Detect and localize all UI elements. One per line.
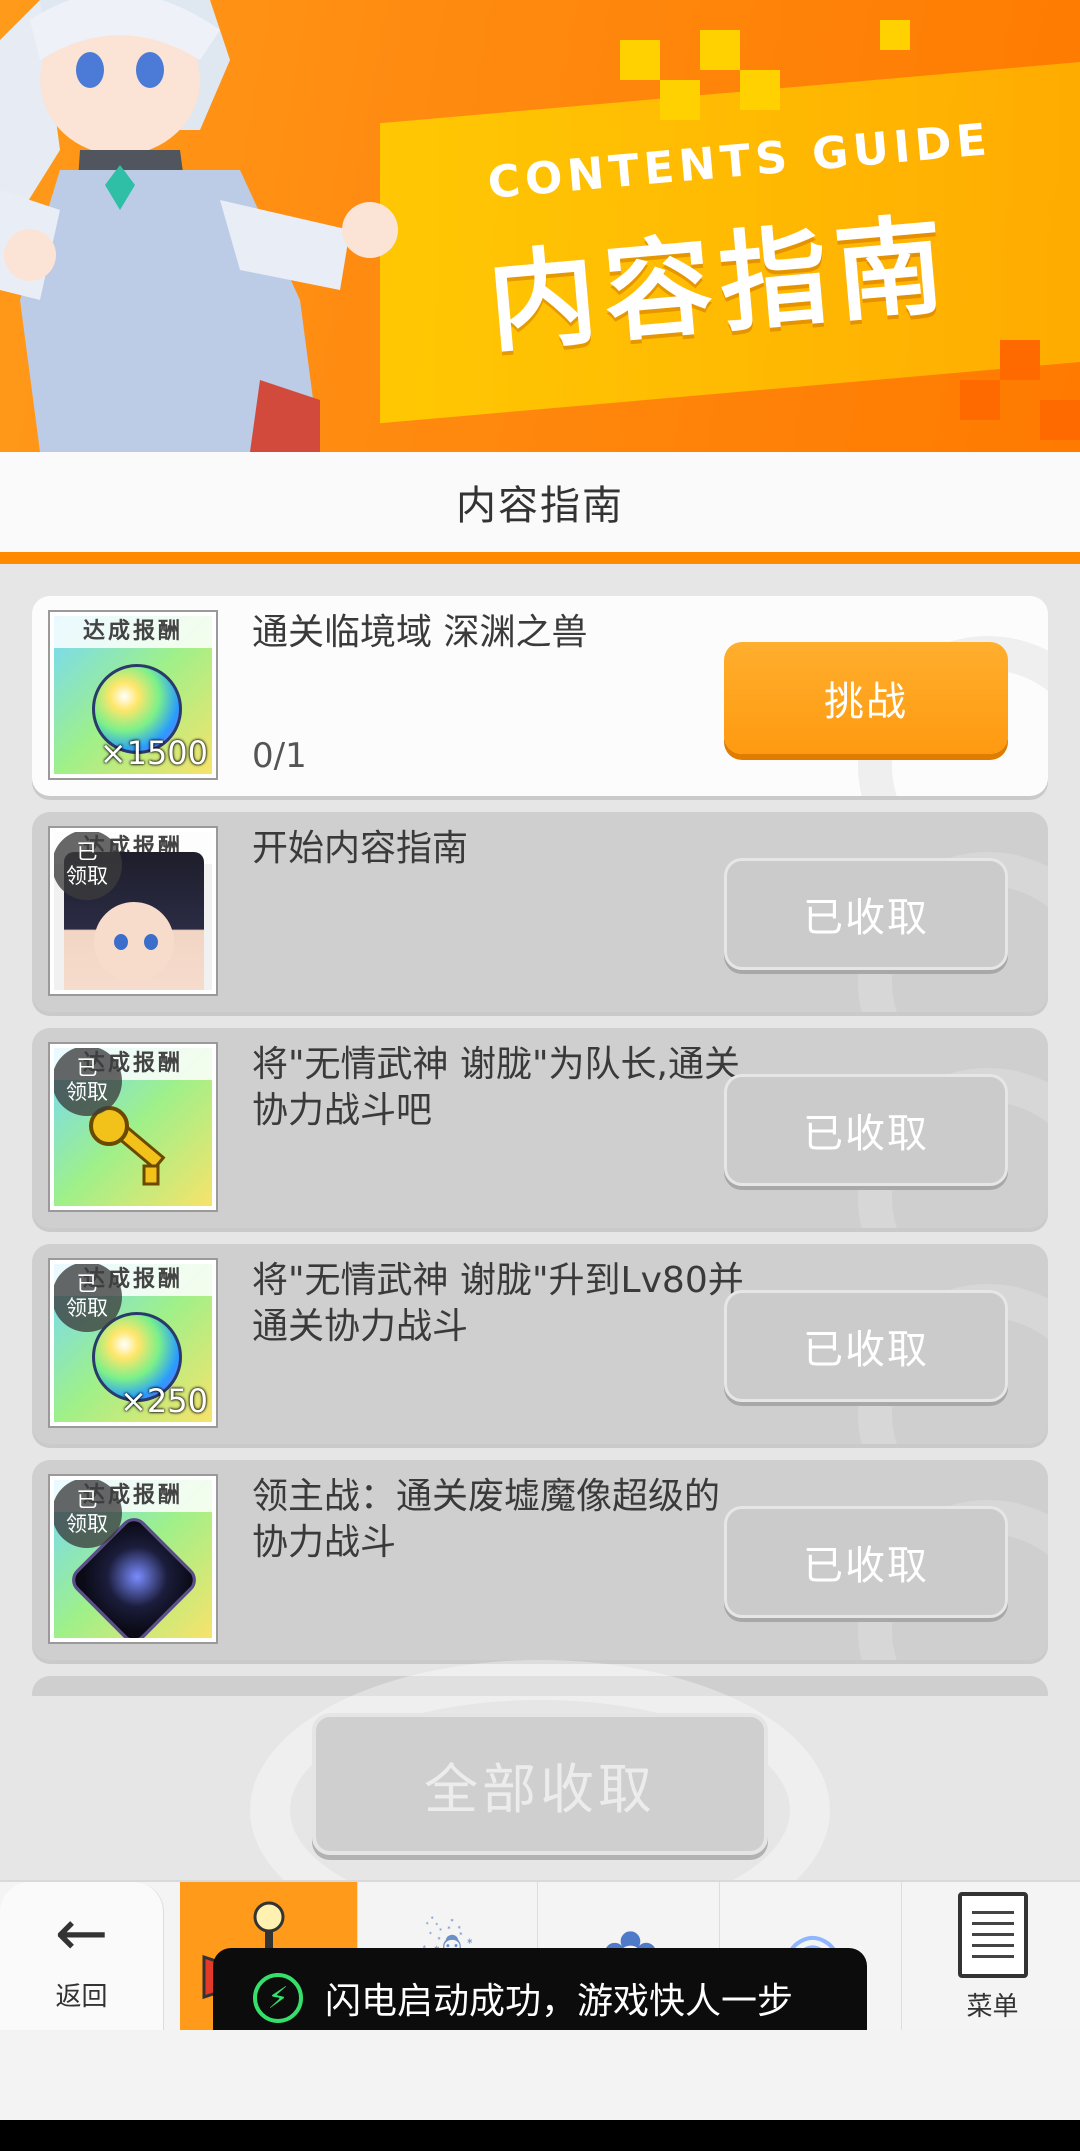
back-arrow-icon: ← <box>54 1896 109 1971</box>
contents-guide-banner: CONTENTS GUIDE 内容指南 <box>0 0 1080 452</box>
task-title: 领主战：通关废墟魔像超级的协力战斗 <box>252 1476 721 1563</box>
pixel-decoration <box>700 30 740 70</box>
pixel-decoration <box>880 20 910 50</box>
task-card: 达成报酬 ×1500 通关临境域 深渊之兽 0/1 挑战 <box>32 596 1048 796</box>
reward-count: ×250 <box>120 1382 208 1420</box>
portrait-face <box>94 902 174 982</box>
task-card: 达成报酬 已 领取 领主战：通关废墟魔像超级的协力战斗 已收取 <box>32 1460 1048 1660</box>
pixel-decoration <box>960 380 1000 420</box>
toast-text: 闪电启动成功，游戏快人一步 <box>325 1981 794 2022</box>
received-button[interactable]: 已收取 <box>724 858 1008 970</box>
received-button[interactable]: 已收取 <box>724 1074 1008 1186</box>
collect-all-button[interactable]: 全部收取 <box>312 1713 768 1855</box>
claimed-badge: 已 领取 <box>54 1480 122 1548</box>
pixel-decoration <box>660 80 700 120</box>
reward-thumbnail[interactable]: 达成报酬 已 领取 <box>48 1042 218 1212</box>
title-divider <box>0 552 1080 564</box>
reward-thumbnail[interactable]: 达成报酬 ×250 已 领取 <box>48 1258 218 1428</box>
pixel-decoration <box>1000 340 1040 380</box>
task-title: 通关临境域 深渊之兽 <box>252 612 588 653</box>
portrait-eye <box>144 934 158 950</box>
received-button[interactable]: 已收取 <box>724 1506 1008 1618</box>
task-card: 达成报酬 ×250 已 领取 将"无情武神 谢胧"升到Lv80并通关协力战斗 已… <box>32 1244 1048 1444</box>
pixel-decoration <box>1040 400 1080 440</box>
page-title: 内容指南 <box>456 483 624 529</box>
lightning-bolt-icon: ⚡ <box>253 1973 303 2023</box>
reward-count: ×1500 <box>99 734 208 772</box>
system-gesture-area <box>0 2030 1080 2120</box>
system-navigation-bar <box>0 2120 1080 2151</box>
claimed-badge: 已 领取 <box>54 1264 122 1332</box>
task-list[interactable]: 达成报酬 ×1500 通关临境域 深渊之兽 0/1 挑战 达成报酬 已 领取 开… <box>0 566 1080 1696</box>
menu-document-icon <box>957 1891 1028 1978</box>
reward-thumbnail[interactable]: 达成报酬 ×1500 <box>48 610 218 780</box>
back-label: 返回 <box>55 1981 108 2012</box>
challenge-button[interactable]: 挑战 <box>724 642 1008 754</box>
received-button[interactable]: 已收取 <box>724 1290 1008 1402</box>
reward-tag: 达成报酬 <box>54 616 212 648</box>
portrait-eye <box>114 934 128 950</box>
task-card: 达成报酬 已 领取 将"无情武神 谢胧"为队长,通关协力战斗吧 已收取 <box>32 1028 1048 1228</box>
task-card: 达成报酬 已 领取 开始内容指南 已收取 <box>32 812 1048 1012</box>
reward-thumbnail[interactable]: 达成报酬 已 领取 <box>48 1474 218 1644</box>
claimed-badge-text: 已 领取 <box>66 840 108 888</box>
menu-button[interactable]: 菜单 <box>905 1882 1080 2032</box>
task-progress: 0/1 <box>252 736 307 776</box>
reward-thumbnail[interactable]: 达成报酬 已 领取 <box>48 826 218 996</box>
task-title: 开始内容指南 <box>252 828 469 869</box>
claimed-badge-text: 已 领取 <box>66 1056 108 1104</box>
claimed-badge-text: 已 领取 <box>66 1272 108 1320</box>
back-button[interactable]: ← 返回 <box>0 1882 164 2032</box>
task-title: 将"无情武神 谢胧"升到Lv80并通关协力战斗 <box>252 1260 744 1347</box>
pixel-decoration <box>740 70 780 110</box>
claimed-badge: 已 领取 <box>54 1048 122 1116</box>
claimed-badge: 已 领取 <box>54 832 122 900</box>
claimed-badge-text: 已 领取 <box>66 1488 108 1536</box>
menu-label: 菜单 <box>966 1991 1019 2022</box>
pixel-decoration <box>620 40 660 80</box>
page-title-bar: 内容指南 <box>0 452 1080 552</box>
task-title: 将"无情武神 谢胧"为队长,通关协力战斗吧 <box>252 1044 741 1131</box>
anime-character-illustration <box>0 0 398 452</box>
